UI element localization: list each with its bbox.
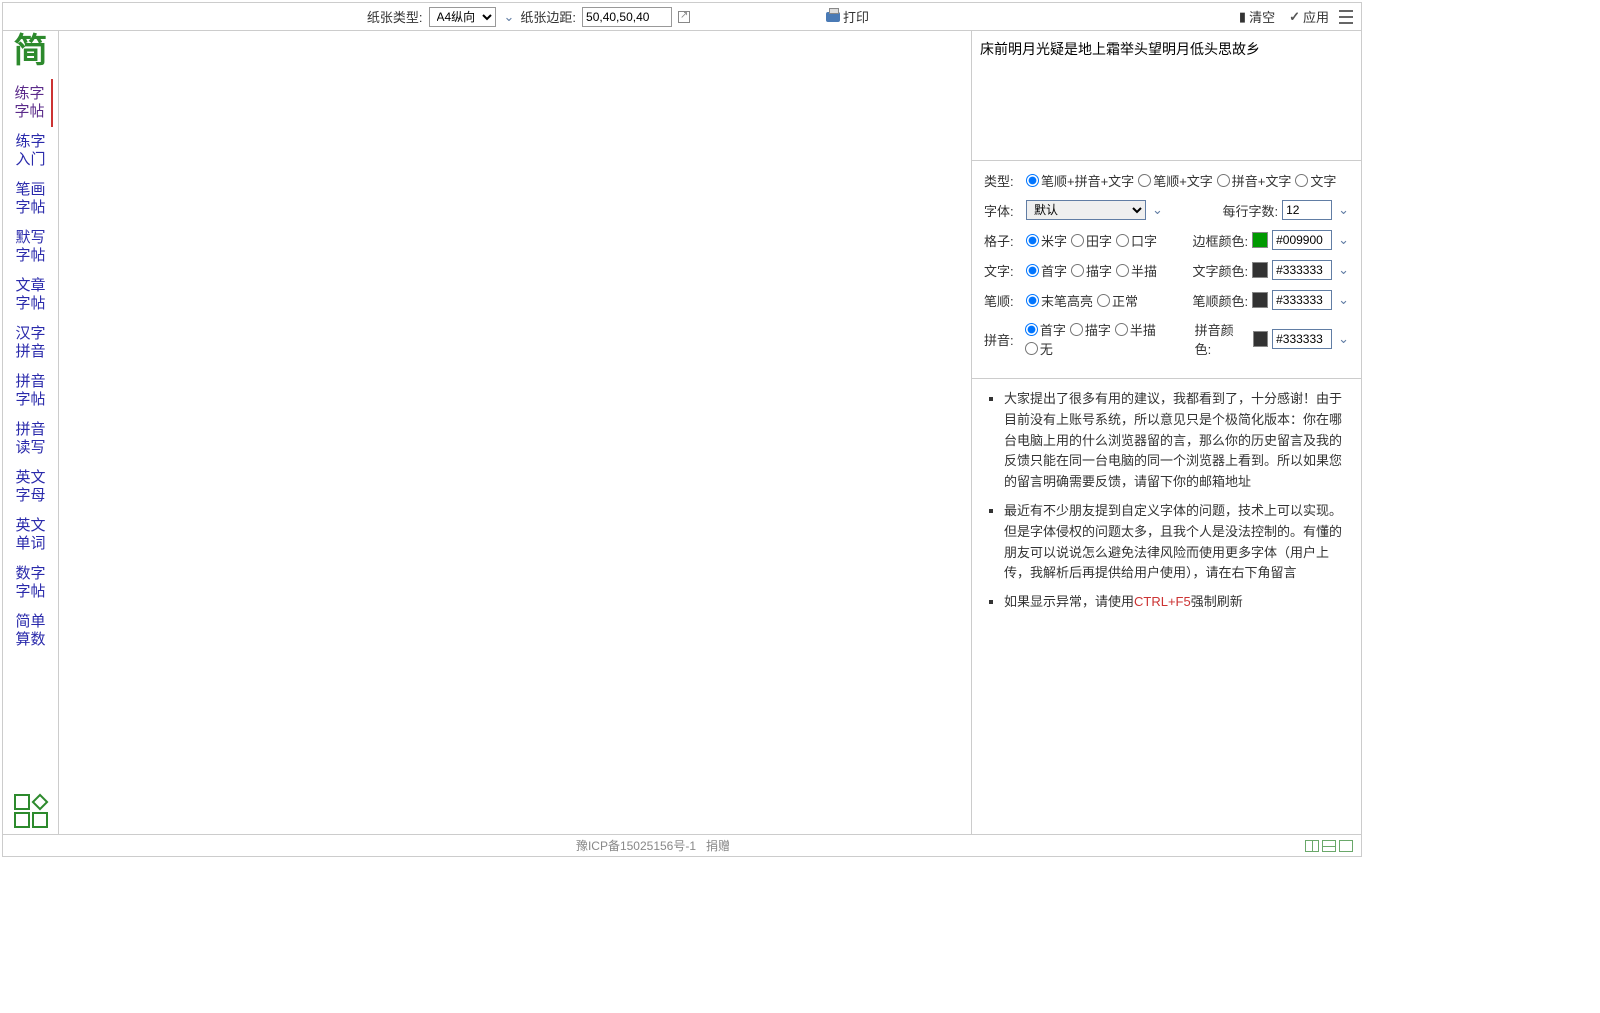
nav-item-0[interactable]: 练字字帖 — [9, 79, 53, 127]
menu-icon[interactable] — [1339, 10, 1353, 24]
font-label: 字体: — [984, 201, 1022, 220]
nav-item-2[interactable]: 笔画字帖 — [9, 175, 53, 223]
text-input-area — [972, 31, 1361, 161]
options-panel: 类型: 笔顺+拼音+文字笔顺+文字拼音+文字文字 字体: 默认⌄ 每行字数: ⌄… — [972, 161, 1361, 379]
pinyin-color-swatch[interactable] — [1253, 331, 1269, 347]
pinyin-radios-2[interactable]: 半描 — [1115, 320, 1156, 339]
text-input[interactable] — [980, 39, 1353, 152]
layout-icons[interactable] — [1305, 840, 1353, 852]
printer-icon — [826, 12, 840, 22]
nav-item-1[interactable]: 练字入门 — [9, 127, 53, 175]
print-button[interactable]: 打印 — [822, 7, 873, 26]
layout-split-h-icon — [1322, 840, 1336, 852]
nav-item-5[interactable]: 汉字拼音 — [9, 319, 53, 367]
border-color-label: 边框颜色: — [1192, 231, 1248, 250]
type-label: 类型: — [984, 171, 1022, 190]
expand-icon[interactable] — [678, 11, 690, 23]
text-radios-1[interactable]: 描字 — [1071, 261, 1112, 280]
border-color-swatch[interactable] — [1252, 232, 1268, 248]
nav-item-10[interactable]: 数字字帖 — [9, 559, 53, 607]
paper-type-label: 纸张类型: — [367, 7, 423, 26]
pinyin-radios-1[interactable]: 描字 — [1070, 320, 1111, 339]
nav-item-9[interactable]: 英文单词 — [9, 511, 53, 559]
bottom-icons[interactable] — [11, 788, 51, 834]
type-radios-1[interactable]: 笔顺+文字 — [1138, 171, 1213, 190]
pinyin-opt-label: 拼音: — [984, 330, 1021, 349]
text-color-swatch[interactable] — [1252, 262, 1268, 278]
margin-label: 纸张边距: — [520, 7, 576, 26]
square-icon — [14, 794, 30, 810]
grid-label: 格子: — [984, 231, 1022, 250]
clear-button[interactable]: ▮清空 — [1235, 7, 1279, 26]
notices[interactable]: 大家提出了很多有用的建议，我都看到了，十分感谢！由于目前没有上账号系统，所以意见… — [972, 379, 1361, 834]
cols-input[interactable] — [1282, 200, 1332, 220]
broom-icon: ▮ — [1239, 9, 1246, 25]
notice-item: 最近有不少朋友提到自定义字体的问题，技术上可以实现。但是字体侵权的问题太多，且我… — [1004, 501, 1347, 584]
square-icon — [32, 812, 48, 828]
nav-item-7[interactable]: 拼音读写 — [9, 415, 53, 463]
paper-type-select[interactable]: A4纵向 — [429, 7, 496, 27]
text-color-input[interactable] — [1272, 260, 1332, 280]
layout-split-v-icon — [1305, 840, 1319, 852]
pinyin-radios-0[interactable]: 首字 — [1025, 320, 1066, 339]
pinyin-radios-3[interactable]: 无 — [1025, 339, 1053, 358]
layout-full-icon — [1339, 840, 1353, 852]
nav-item-3[interactable]: 默写字帖 — [9, 223, 53, 271]
logo: 简 — [14, 31, 48, 73]
diamond-icon — [31, 794, 48, 811]
check-icon: ✓ — [1289, 9, 1300, 25]
grid-radios-1[interactable]: 田字 — [1071, 231, 1112, 250]
text-opt-label: 文字: — [984, 261, 1022, 280]
border-color-input[interactable] — [1272, 230, 1332, 250]
square-icon — [14, 812, 30, 828]
preview-area[interactable] — [59, 31, 971, 834]
nav-item-8[interactable]: 英文字母 — [9, 463, 53, 511]
type-radios-0[interactable]: 笔顺+拼音+文字 — [1026, 171, 1134, 190]
notice-item: 大家提出了很多有用的建议，我都看到了，十分感谢！由于目前没有上账号系统，所以意见… — [1004, 389, 1347, 493]
nav-item-6[interactable]: 拼音字帖 — [9, 367, 53, 415]
apply-button[interactable]: ✓应用 — [1285, 7, 1333, 26]
right-panel: 类型: 笔顺+拼音+文字笔顺+文字拼音+文字文字 字体: 默认⌄ 每行字数: ⌄… — [971, 31, 1361, 834]
grid-radios-2[interactable]: 口字 — [1116, 231, 1157, 250]
notice-item: 如果显示异常，请使用CTRL+F5强制刷新 — [1004, 592, 1347, 613]
topbar: 纸张类型: A4纵向 ⌄ 纸张边距: 打印 ▮清空 ✓应用 — [3, 3, 1361, 31]
nav-item-11[interactable]: 简单算数 — [9, 607, 53, 655]
footer: 豫ICP备15025156号-1 捐赠 — [3, 834, 1361, 856]
text-radios-2[interactable]: 半描 — [1116, 261, 1157, 280]
margin-input[interactable] — [582, 7, 672, 27]
icp-link[interactable]: 豫ICP备15025156号-1 — [576, 837, 696, 854]
stroke-radios-1[interactable]: 正常 — [1097, 291, 1138, 310]
text-radios-0[interactable]: 首字 — [1026, 261, 1067, 280]
stroke-color-label: 笔顺颜色: — [1192, 291, 1248, 310]
grid-radios-0[interactable]: 米字 — [1026, 231, 1067, 250]
pinyin-color-input[interactable] — [1272, 329, 1332, 349]
nav-item-4[interactable]: 文章字帖 — [9, 271, 53, 319]
pinyin-color-label: 拼音颜色: — [1195, 320, 1249, 358]
type-radios-2[interactable]: 拼音+文字 — [1217, 171, 1292, 190]
cols-label: 每行字数: — [1222, 201, 1278, 220]
sidebar: 简 练字字帖练字入门笔画字帖默写字帖文章字帖汉字拼音拼音字帖拼音读写英文字母英文… — [3, 31, 59, 834]
type-radios-3[interactable]: 文字 — [1295, 171, 1336, 190]
stroke-color-input[interactable] — [1272, 290, 1332, 310]
stroke-opt-label: 笔顺: — [984, 291, 1022, 310]
chevron-down-icon: ⌄ — [504, 9, 515, 25]
text-color-label: 文字颜色: — [1192, 261, 1248, 280]
stroke-radios-0[interactable]: 末笔高亮 — [1026, 291, 1093, 310]
donate-link[interactable]: 捐赠 — [706, 837, 730, 854]
stroke-color-swatch[interactable] — [1252, 292, 1268, 308]
font-select[interactable]: 默认 — [1026, 200, 1146, 220]
